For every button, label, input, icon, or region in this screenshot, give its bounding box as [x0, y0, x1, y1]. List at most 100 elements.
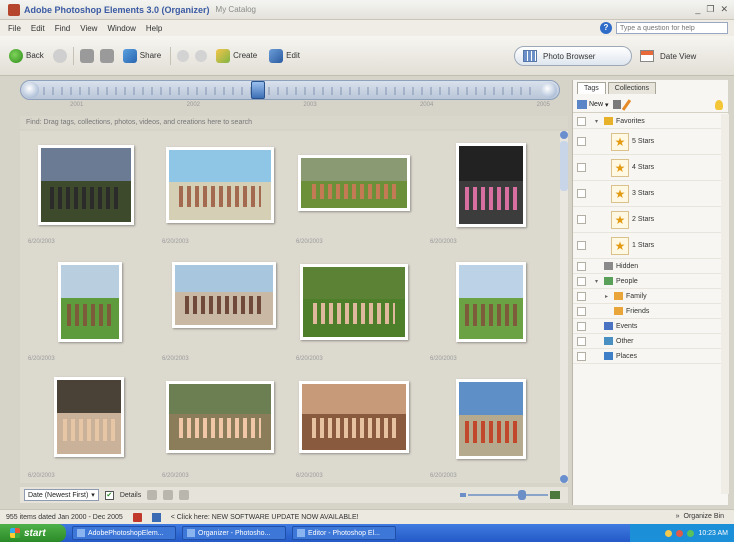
tag-row[interactable]: ▾ People	[573, 274, 721, 289]
pencil-icon[interactable]	[621, 98, 631, 111]
new-tag-button[interactable]: New ▾	[577, 100, 609, 109]
rotate-icon[interactable]	[163, 490, 174, 500]
tag-row[interactable]: ★ 4 Stars	[573, 155, 721, 181]
single-photo-view-icon[interactable]	[147, 490, 158, 500]
photo-image[interactable]	[300, 264, 408, 340]
search-drop-zone[interactable]: Find: Drag tags, collections, photos, vi…	[20, 116, 568, 129]
tag-filter-checkbox[interactable]	[577, 117, 586, 126]
tag-filter-checkbox[interactable]	[577, 163, 586, 172]
tag-filter-checkbox[interactable]	[577, 322, 586, 331]
photo-image[interactable]	[38, 145, 134, 225]
organize-bin-toggle[interactable]: » Organize Bin	[676, 513, 724, 520]
photo-thumbnail[interactable]: 6/20/2003	[24, 135, 154, 251]
rotate-left-icon[interactable]	[177, 49, 190, 62]
tag-row[interactable]: Friends	[573, 304, 721, 319]
tag-row[interactable]: ★ 1 Stars	[573, 233, 721, 259]
tag-row[interactable]: Places	[573, 349, 721, 364]
photo-image[interactable]	[456, 379, 526, 459]
tag-filter-checkbox[interactable]	[577, 137, 586, 146]
photo-thumbnail[interactable]: 6/20/2003	[24, 369, 154, 485]
scroll-down-icon[interactable]	[560, 475, 568, 483]
tag-row[interactable]: Events	[573, 319, 721, 334]
update-link[interactable]: < Click here: NEW SOFTWARE UPDATE NOW AV…	[171, 514, 359, 521]
tag-row[interactable]: Hidden	[573, 259, 721, 274]
photo-browser-tab[interactable]: Photo Browser	[514, 46, 632, 66]
taskbar-item[interactable]: AdobePhotoshopElem...	[72, 526, 176, 540]
scroll-thumb[interactable]	[560, 141, 568, 191]
menu-find[interactable]: Find	[55, 24, 71, 33]
help-icon[interactable]: ?	[600, 22, 612, 34]
tag-filter-checkbox[interactable]	[577, 241, 586, 250]
expand-icon[interactable]: ▾	[595, 278, 601, 285]
zoom-knob[interactable]	[518, 490, 526, 500]
taskbar-item[interactable]: Organizer - Photosho...	[182, 526, 286, 540]
taskbar-item[interactable]: Editor - Photoshop El...	[292, 526, 396, 540]
tag-filter-checkbox[interactable]	[577, 215, 586, 224]
timeline-right-icon[interactable]	[541, 82, 557, 98]
start-button[interactable]: start	[0, 524, 66, 542]
photo-thumbnail[interactable]: 6/20/2003	[292, 252, 422, 368]
tag-row[interactable]: ★ 2 Stars	[573, 207, 721, 233]
tag-row[interactable]: ★ 3 Stars	[573, 181, 721, 207]
photo-image[interactable]	[166, 147, 274, 223]
close-button[interactable]: ✕	[720, 4, 728, 15]
photo-thumbnail[interactable]: 6/20/2003	[292, 135, 422, 251]
trash-icon[interactable]	[612, 100, 621, 109]
small-thumb-icon[interactable]	[460, 493, 466, 497]
photo-image[interactable]	[172, 262, 276, 328]
photo-thumbnail[interactable]: 6/20/2003	[158, 135, 288, 251]
menu-help[interactable]: Help	[146, 24, 162, 33]
get-photos-icon[interactable]	[79, 48, 94, 63]
timeline-slider[interactable]	[251, 81, 265, 99]
expand-icon[interactable]: ▾	[595, 118, 601, 125]
photo-thumbnail[interactable]: 6/20/2003	[158, 252, 288, 368]
tab-collections[interactable]: Collections	[607, 82, 657, 94]
photo-thumbnail[interactable]: 6/20/2003	[426, 252, 556, 368]
photo-thumbnail[interactable]: 6/20/2003	[158, 369, 288, 485]
scroll-up-icon[interactable]	[560, 131, 568, 139]
tag-filter-checkbox[interactable]	[577, 292, 586, 301]
tag-filter-checkbox[interactable]	[577, 307, 586, 316]
share-button[interactable]: Share	[120, 47, 164, 65]
edit-button[interactable]: Edit	[266, 47, 303, 65]
photo-image[interactable]	[299, 381, 409, 453]
timeline[interactable]	[20, 80, 560, 100]
tag-filter-checkbox[interactable]	[577, 337, 586, 346]
tag-row[interactable]: ▾ Favorites	[573, 114, 721, 129]
menu-view[interactable]: View	[80, 24, 97, 33]
tag-icon[interactable]	[179, 490, 190, 500]
grid-scrollbar[interactable]	[560, 131, 568, 483]
tag-list-scrollbar[interactable]	[721, 114, 729, 494]
photo-image[interactable]	[456, 143, 526, 227]
tab-tags[interactable]: Tags	[577, 82, 606, 94]
photo-image[interactable]	[58, 262, 122, 342]
tag-row[interactable]: ★ 5 Stars	[573, 129, 721, 155]
tag-filter-checkbox[interactable]	[577, 189, 586, 198]
photo-image[interactable]	[54, 377, 124, 457]
photo-image[interactable]	[298, 155, 410, 211]
rotate-right-icon[interactable]	[195, 49, 208, 62]
thumbnail-size-slider[interactable]	[460, 490, 560, 500]
large-thumb-icon[interactable]	[550, 491, 560, 499]
photo-image[interactable]	[456, 262, 526, 342]
forward-icon[interactable]	[52, 48, 67, 63]
expand-icon[interactable]: ▸	[605, 293, 611, 300]
photo-image[interactable]	[166, 381, 274, 453]
timeline-left-icon[interactable]	[23, 82, 39, 98]
print-icon[interactable]	[99, 48, 114, 63]
sort-order-select[interactable]: Date (Newest First) ▾	[24, 489, 99, 501]
date-view-tab[interactable]: Date View	[640, 46, 730, 66]
tag-row[interactable]: Other	[573, 334, 721, 349]
photo-thumbnail[interactable]: 6/20/2003	[24, 252, 154, 368]
tray-icon[interactable]	[676, 529, 684, 537]
photo-thumbnail[interactable]: 6/20/2003	[426, 135, 556, 251]
menu-edit[interactable]: Edit	[31, 24, 45, 33]
details-checkbox[interactable]: ✔	[104, 490, 114, 500]
create-button[interactable]: Create	[213, 47, 260, 65]
photo-thumbnail[interactable]: 6/20/2003	[426, 369, 556, 485]
lightbulb-icon[interactable]	[715, 100, 723, 110]
minimize-button[interactable]: _	[695, 4, 700, 15]
menu-file[interactable]: File	[8, 24, 21, 33]
help-search-input[interactable]	[616, 22, 728, 34]
back-button[interactable]: Back	[6, 47, 47, 65]
